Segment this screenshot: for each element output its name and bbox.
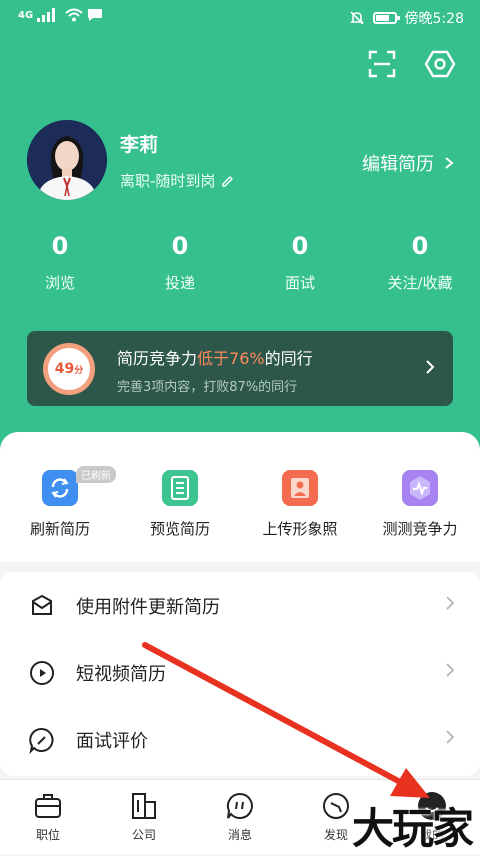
summary-prefix: 简历竞争力 — [117, 349, 198, 368]
stat-label: 浏览 — [44, 274, 75, 292]
score-unit: 分 — [74, 366, 84, 376]
menu-item-label: 使用附件更新简历 — [76, 596, 220, 618]
wifi-icon — [65, 8, 83, 22]
document-icon — [162, 470, 198, 506]
stats-row: 0 浏览 0 投递 0 面试 0 关注/收藏 — [0, 232, 480, 293]
avatar[interactable] — [27, 120, 107, 200]
network-label: 4G — [18, 9, 34, 21]
stat-count: 0 — [171, 232, 189, 260]
competitiveness-card[interactable]: 49分 简历竞争力低于76%的同行 完善3项内容，打败87%的同行 — [27, 331, 453, 406]
battery-icon — [372, 12, 400, 24]
tool-refresh-resume[interactable]: 已刷新 刷新简历 — [0, 466, 120, 539]
tab-label: 消息 — [227, 828, 252, 842]
summary-highlight: 低于76% — [197, 349, 265, 368]
edit-resume-label: 编辑简历 — [362, 154, 434, 175]
tab-company[interactable]: 公司 — [114, 790, 174, 843]
profile-header: 4G 傍晚5:28 李莉 离职-随时到岗 编辑简历 0 浏览 0 投递 0 面试… — [0, 0, 480, 470]
scan-icon[interactable] — [366, 48, 398, 80]
tab-jobs[interactable]: 职位 — [18, 790, 78, 843]
score-value: 49 — [54, 361, 75, 377]
job-status[interactable]: 离职-随时到岗 — [120, 170, 235, 191]
pencil-icon[interactable] — [221, 174, 235, 188]
chevron-right-icon — [446, 730, 454, 744]
chevron-right-icon — [426, 360, 435, 374]
quick-tools-card: 已刷新 刷新简历 预览简历 上传形象照 测测竞争力 — [0, 432, 480, 562]
edit-resume-link[interactable]: 编辑简历 — [362, 150, 454, 176]
competitiveness-summary: 简历竞争力低于76%的同行 — [117, 345, 313, 369]
stat-applications[interactable]: 0 投递 — [120, 232, 240, 293]
chevron-right-icon — [446, 663, 454, 677]
competitiveness-tip: 完善3项内容，打败87%的同行 — [117, 380, 298, 395]
tool-upload-photo[interactable]: 上传形象照 — [240, 470, 360, 539]
comment-icon — [29, 727, 54, 754]
resume-menu: 使用附件更新简历 短视频简历 面试评价 — [0, 572, 480, 776]
refreshed-badge: 已刷新 — [76, 466, 116, 483]
stat-count: 0 — [51, 232, 69, 260]
menu-item-interview-review[interactable]: 面试评价 — [0, 706, 480, 773]
tool-label: 测测竞争力 — [382, 520, 458, 538]
stat-favorites[interactable]: 0 关注/收藏 — [360, 232, 480, 293]
settings-icon[interactable] — [424, 48, 456, 80]
status-time: 傍晚5:28 — [404, 11, 464, 27]
tool-label: 预览简历 — [149, 520, 210, 538]
tab-label: 职位 — [35, 828, 60, 842]
tool-label: 上传形象照 — [262, 520, 338, 538]
menu-item-label: 面试评价 — [76, 730, 148, 752]
chat-notification-icon — [88, 9, 103, 21]
score-badge: 49分 — [43, 343, 95, 395]
stat-interviews[interactable]: 0 面试 — [240, 232, 360, 293]
tool-label: 刷新简历 — [29, 520, 90, 538]
menu-item-label: 短视频简历 — [76, 663, 166, 685]
job-status-label: 离职-随时到岗 — [120, 172, 216, 190]
message-icon — [226, 792, 253, 819]
tool-test-competitiveness[interactable]: 测测竞争力 — [360, 470, 480, 539]
stat-views[interactable]: 0 浏览 — [0, 232, 120, 293]
watermark: 大玩家 — [351, 804, 474, 853]
compass-icon — [323, 793, 349, 819]
stat-count: 0 — [291, 232, 309, 260]
mute-bell-icon — [349, 11, 364, 25]
signal-icon — [37, 8, 61, 22]
stat-label: 关注/收藏 — [387, 274, 453, 292]
chevron-right-icon — [446, 596, 454, 610]
status-bar: 4G 傍晚5:28 — [0, 0, 480, 34]
envelope-icon — [32, 594, 52, 615]
tab-label: 公司 — [131, 828, 156, 842]
building-icon — [132, 793, 156, 819]
chevron-right-icon — [445, 157, 454, 169]
stat-count: 0 — [411, 232, 429, 260]
refresh-icon — [42, 470, 78, 506]
photo-icon — [282, 470, 318, 506]
menu-item-attachment-update[interactable]: 使用附件更新简历 — [0, 572, 480, 639]
summary-suffix: 的同行 — [264, 349, 313, 368]
play-icon — [30, 660, 54, 685]
pulse-icon — [402, 470, 438, 506]
stat-label: 面试 — [284, 274, 315, 292]
tab-messages[interactable]: 消息 — [210, 790, 270, 843]
menu-item-video-resume[interactable]: 短视频简历 — [0, 639, 480, 706]
user-name: 李莉 — [120, 134, 159, 156]
briefcase-icon — [35, 794, 61, 818]
stat-label: 投递 — [164, 274, 195, 292]
tool-preview-resume[interactable]: 预览简历 — [120, 470, 240, 539]
